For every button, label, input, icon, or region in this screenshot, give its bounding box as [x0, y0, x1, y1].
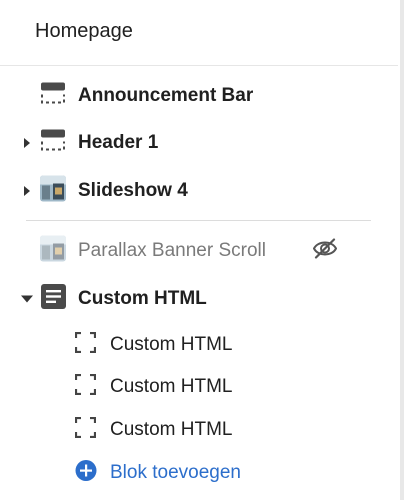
section-announcement-bar[interactable]: Announcement Bar: [0, 76, 398, 116]
add-block-button[interactable]: Blok toevoegen: [0, 453, 398, 493]
block-custom-html[interactable]: Custom HTML: [0, 325, 398, 365]
section-header-1[interactable]: Header 1: [0, 123, 398, 163]
section-label: Slideshow 4: [78, 180, 188, 201]
section-layout-icon: [41, 82, 65, 110]
section-label: Announcement Bar: [78, 85, 254, 106]
section-custom-html[interactable]: Custom HTML: [0, 279, 398, 319]
add-block-label: Blok toevoegen: [110, 462, 241, 483]
panel-right-border: [400, 0, 404, 500]
section-label: Parallax Banner Scroll: [78, 240, 266, 261]
section-divider: [26, 220, 371, 221]
page-title: Homepage: [35, 20, 133, 42]
block-custom-html[interactable]: Custom HTML: [0, 410, 398, 450]
page-header: Homepage: [0, 0, 398, 66]
image-thumbnail-icon: [40, 235, 66, 267]
image-thumbnail-icon: [40, 175, 66, 207]
collapse-caret-icon[interactable]: [21, 295, 33, 303]
section-layout-icon: [41, 129, 65, 157]
section-label: Custom HTML: [78, 288, 207, 309]
block-frame-icon: [74, 331, 97, 358]
section-slideshow-4[interactable]: Slideshow 4: [0, 171, 398, 211]
eye-hidden-icon[interactable]: [312, 238, 338, 265]
block-frame-icon: [74, 416, 97, 443]
plus-circle-icon: [75, 460, 97, 487]
expand-caret-icon[interactable]: [24, 138, 30, 148]
section-label: Header 1: [78, 132, 159, 153]
block-frame-icon: [74, 373, 97, 400]
block-label: Custom HTML: [110, 376, 233, 397]
block-custom-html[interactable]: Custom HTML: [0, 367, 398, 407]
section-parallax-banner-scroll[interactable]: Parallax Banner Scroll: [0, 231, 398, 271]
document-icon: [41, 284, 66, 314]
expand-caret-icon[interactable]: [24, 186, 30, 196]
block-label: Custom HTML: [110, 334, 233, 355]
block-label: Custom HTML: [110, 419, 233, 440]
